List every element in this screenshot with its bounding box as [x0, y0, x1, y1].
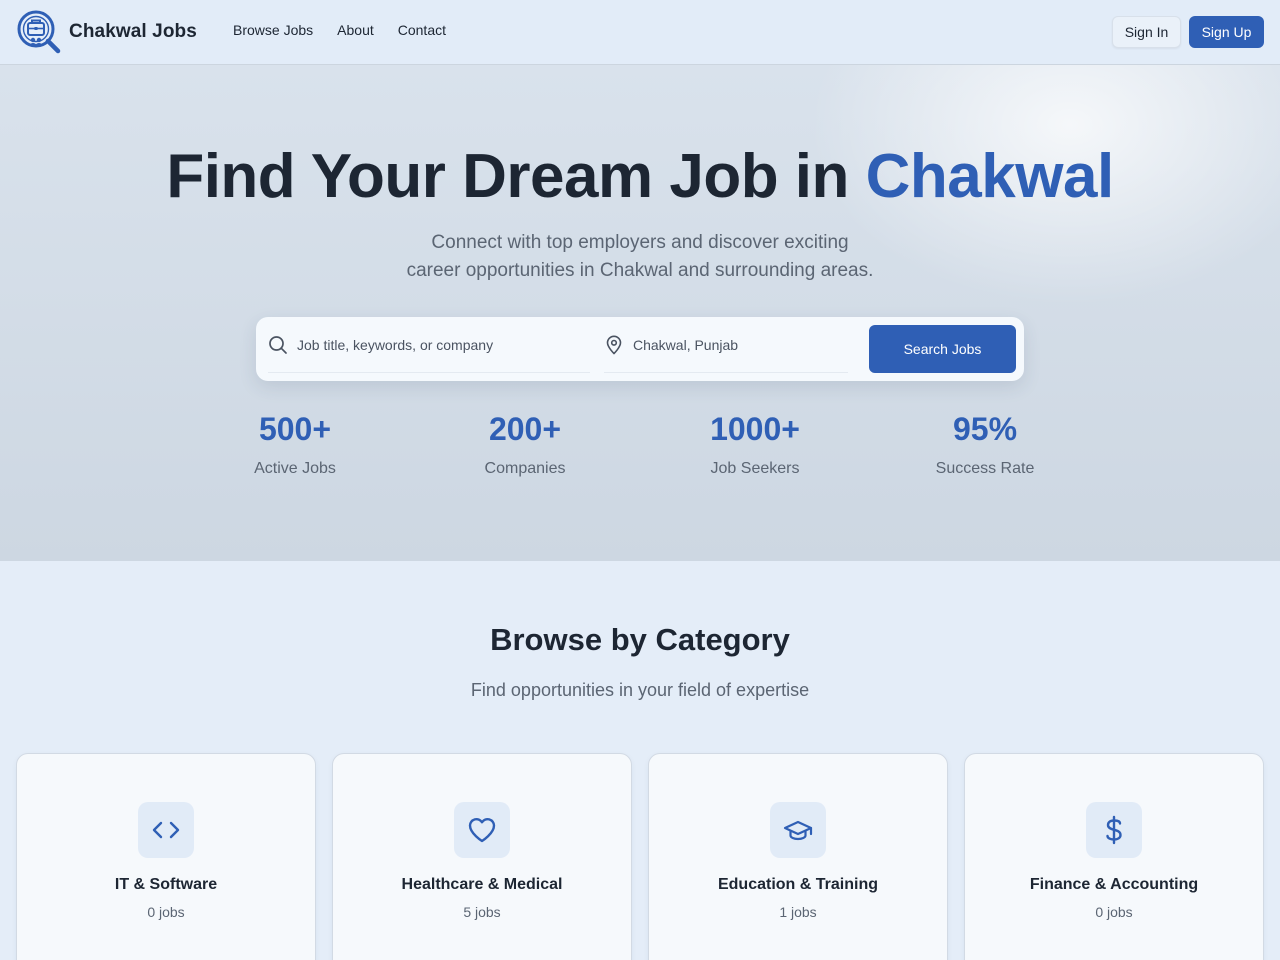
- dollar-icon: [1106, 815, 1122, 845]
- category-card-finance-accounting[interactable]: Finance & Accounting 0 jobs: [964, 753, 1264, 960]
- stat-value: 95%: [952, 411, 1018, 447]
- sign-up-button[interactable]: Sign Up: [1189, 16, 1264, 48]
- category-card-healthcare-medical[interactable]: Healthcare & Medical 5 jobs: [332, 753, 632, 960]
- hero-subtitle-line-1: Connect with top employers and discover …: [431, 232, 849, 253]
- hero-title-accent: Chakwal: [865, 142, 1115, 211]
- category-title: IT & Software: [114, 876, 218, 893]
- stat-label: Success Rate: [935, 460, 1035, 477]
- category-job-count: 0 jobs: [147, 904, 185, 920]
- job-search-form: Search Jobs: [256, 317, 1024, 381]
- brand-name: Chakwal Jobs: [69, 21, 197, 42]
- category-title: Finance & Accounting: [1029, 876, 1199, 893]
- top-navbar: Chakwal Jobs Browse Jobs About Contact S…: [0, 0, 1280, 65]
- heart-icon: [468, 817, 496, 843]
- hero-title: Find Your Dream Job in Chakwal: [0, 141, 1280, 212]
- category-card-education-training[interactable]: Education & Training 1 jobs: [648, 753, 948, 960]
- category-job-count: 1 jobs: [779, 904, 817, 920]
- location-input[interactable]: [633, 336, 848, 353]
- stat-value: 200+: [488, 411, 562, 447]
- stat-companies: 200+ Companies: [410, 407, 640, 478]
- graduation-cap-icon: [783, 820, 813, 841]
- categories-title: Browse by Category: [490, 622, 790, 657]
- stat-label: Job Seekers: [710, 460, 800, 477]
- hero-subtitle: Connect with top employers and discover …: [340, 229, 940, 285]
- sign-in-button[interactable]: Sign In: [1112, 16, 1181, 48]
- stat-active-jobs: 500+ Active Jobs: [180, 407, 410, 478]
- category-icon-tile: [1086, 802, 1142, 858]
- category-title: Healthcare & Medical: [401, 876, 563, 893]
- brand-link[interactable]: Chakwal Jobs: [16, 9, 197, 55]
- stat-value: 1000+: [710, 411, 800, 447]
- stat-job-seekers: 1000+ Job Seekers: [640, 407, 870, 478]
- category-icon-tile: [770, 802, 826, 858]
- main-nav: Browse Jobs About Contact: [233, 22, 446, 38]
- search-jobs-button[interactable]: Search Jobs: [869, 325, 1016, 373]
- hero-subtitle-line-2: career opportunities in Chakwal and surr…: [406, 260, 874, 281]
- nav-about[interactable]: About: [337, 22, 374, 38]
- category-icon-tile: [454, 802, 510, 858]
- stat-success-rate: 95% Success Rate: [870, 407, 1100, 478]
- location-field[interactable]: [604, 317, 848, 373]
- hero-title-prefix: Find Your Dream Job in: [166, 142, 866, 211]
- nav-contact[interactable]: Contact: [398, 22, 446, 38]
- code-icon: [152, 821, 180, 839]
- search-icon: [269, 335, 287, 354]
- stat-label: Companies: [484, 460, 566, 477]
- category-job-count: 5 jobs: [463, 904, 501, 920]
- category-title: Education & Training: [717, 876, 878, 893]
- hero-section: Find Your Dream Job in Chakwal Connect w…: [0, 65, 1280, 561]
- category-job-count: 0 jobs: [1095, 904, 1133, 920]
- stat-label: Active Jobs: [254, 460, 336, 477]
- nav-browse-jobs[interactable]: Browse Jobs: [233, 22, 313, 38]
- categories-subtitle: Find opportunities in your field of expe…: [470, 680, 810, 700]
- category-icon-tile: [138, 802, 194, 858]
- briefcase-search-icon: [17, 10, 61, 54]
- category-card-it-software[interactable]: IT & Software 0 jobs: [16, 753, 316, 960]
- keyword-input[interactable]: [297, 336, 537, 353]
- keyword-field[interactable]: [268, 317, 590, 373]
- map-pin-icon: [606, 335, 622, 354]
- stat-value: 500+: [258, 411, 332, 447]
